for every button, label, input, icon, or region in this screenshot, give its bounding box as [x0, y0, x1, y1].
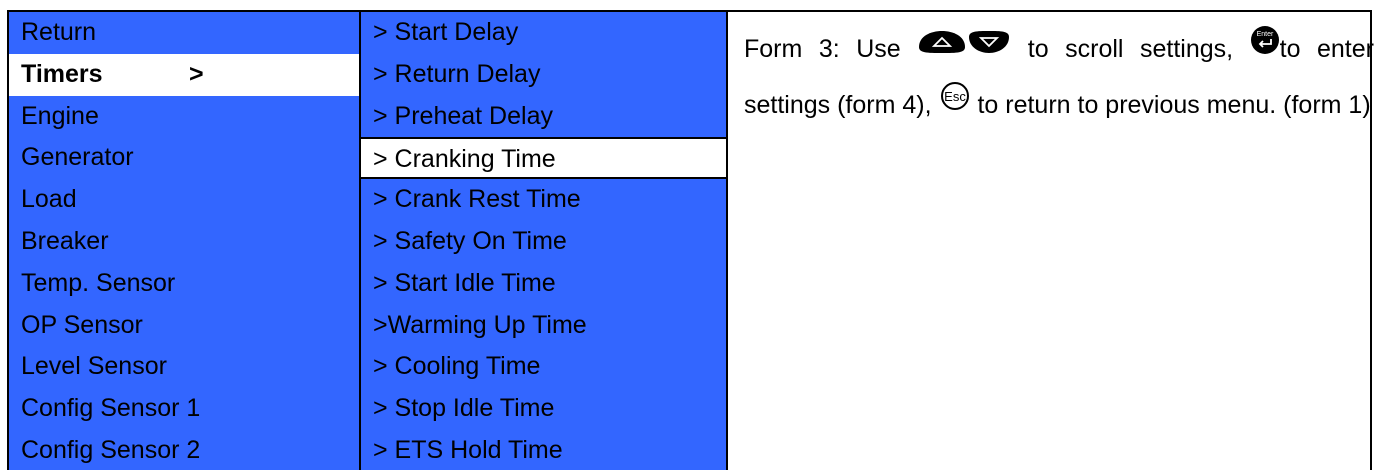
menu-item-config-sensor-2[interactable]: Config Sensor 2 — [9, 430, 359, 472]
submenu-item-warming-up-time[interactable]: >Warming Up Time — [361, 305, 726, 347]
esc-key-icon: Esc — [939, 76, 971, 131]
description-panel: Form 3: Use to scroll settings, Enter to … — [728, 12, 1374, 470]
menu-table: Return Timers > Engine Generator Load Bre… — [7, 10, 1374, 470]
main-menu: Return Timers > Engine Generator Load Bre… — [9, 12, 361, 470]
up-key-icon — [917, 20, 967, 75]
menu-item-timers[interactable]: Timers > — [9, 53, 359, 96]
svg-text:Esc: Esc — [944, 89, 966, 104]
menu-item-load[interactable]: Load — [9, 179, 359, 221]
menu-item-config-sensor-1[interactable]: Config Sensor 1 — [9, 388, 359, 430]
menu-item-engine[interactable]: Engine — [9, 96, 359, 138]
submenu-item-crank-rest-time[interactable]: > Crank Rest Time — [361, 179, 726, 221]
submenu-item-cranking-time[interactable]: > Cranking Time — [361, 137, 726, 180]
submenu-arrow: > — [189, 59, 204, 88]
timers-submenu: > Start Delay > Return Delay > Preheat D… — [361, 12, 728, 470]
menu-item-breaker[interactable]: Breaker — [9, 221, 359, 263]
submenu-item-cooling-time[interactable]: > Cooling Time — [361, 346, 726, 388]
down-key-icon — [967, 20, 1011, 75]
submenu-item-stop-idle-time[interactable]: > Stop Idle Time — [361, 388, 726, 430]
menu-item-generator[interactable]: Generator — [9, 137, 359, 179]
menu-item-level-sensor[interactable]: Level Sensor — [9, 346, 359, 388]
submenu-item-ets-hold-time[interactable]: > ETS Hold Time — [361, 430, 726, 472]
svg-text:Enter: Enter — [1256, 31, 1273, 38]
menu-item-temp-sensor[interactable]: Temp. Sensor — [9, 263, 359, 305]
submenu-item-safety-on-time[interactable]: > Safety On Time — [361, 221, 726, 263]
instructions-text: Form 3: Use to scroll settings, Enter to … — [744, 22, 1374, 134]
menu-item-return[interactable]: Return — [9, 12, 359, 54]
submenu-item-start-idle-time[interactable]: > Start Idle Time — [361, 263, 726, 305]
menu-item-op-sensor[interactable]: OP Sensor — [9, 305, 359, 347]
submenu-item-return-delay[interactable]: > Return Delay — [361, 54, 726, 96]
submenu-item-start-delay[interactable]: > Start Delay — [361, 12, 726, 54]
enter-key-icon: Enter — [1250, 20, 1280, 75]
submenu-item-preheat-delay[interactable]: > Preheat Delay — [361, 96, 726, 138]
